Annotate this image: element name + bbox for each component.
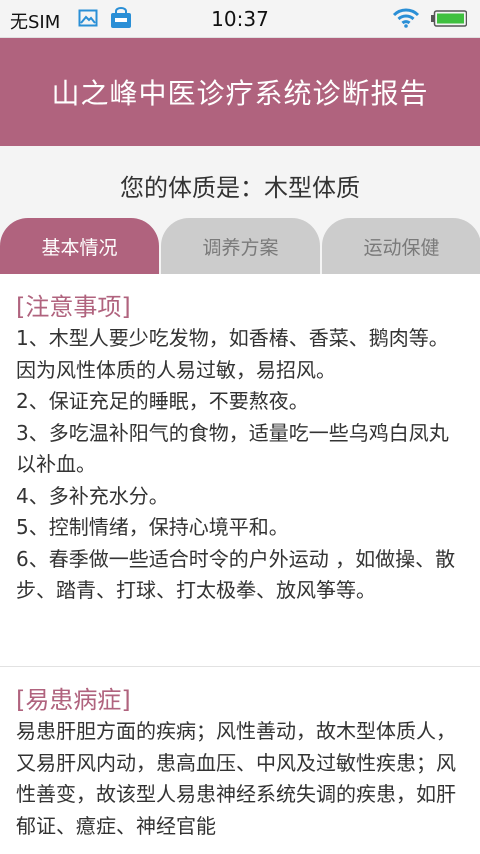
battery-icon [431,10,467,27]
susceptible-diseases-title: [易患病症] [16,686,131,714]
wifi-icon [392,8,420,28]
section-divider [0,666,480,667]
tab-conditioning-plan[interactable]: 调养方案 [161,218,320,274]
constitution-result: 您的体质是：木型体质 [120,174,360,202]
tab-bar: 基本情况 调养方案 运动保健 [0,218,480,274]
status-bar: 无SIM 10:37 [0,0,480,38]
tab-exercise-care[interactable]: 运动保健 [322,218,480,274]
precautions-section: [注意事项] 1、木型人要少吃发物，如香椿、香菜、鹅肉等。因为风性体质的人易过敏… [0,291,480,607]
app-header: 山之峰中医诊疗系统诊断报告 [0,38,480,146]
page-title: 山之峰中医诊疗系统诊断报告 [51,77,429,110]
report-content[interactable]: [注意事项] 1、木型人要少吃发物，如香椿、香菜、鹅肉等。因为风性体质的人易过敏… [0,274,480,854]
susceptible-diseases-section: [易患病症] 易患肝胆方面的疾病；风性善动，故木型体质人，又易肝风内动，患高血压… [0,684,480,842]
susceptible-diseases-text: 易患肝胆方面的疾病；风性善动，故木型体质人，又易肝风内动，患高血压、中风及过敏性… [16,719,456,838]
tab-basic-info[interactable]: 基本情况 [0,218,159,274]
precautions-text: 1、木型人要少吃发物，如香椿、香菜、鹅肉等。因为风性体质的人易过敏，易招风。 2… [16,326,456,602]
precautions-title: [注意事项] [16,293,131,321]
